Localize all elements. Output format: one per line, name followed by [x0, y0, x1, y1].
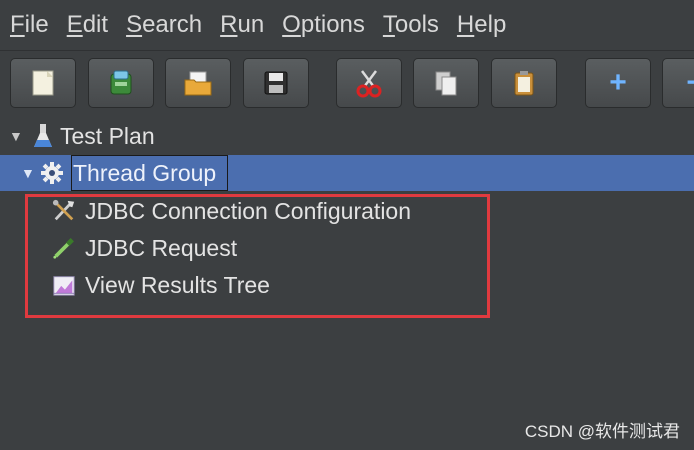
- toolbar: + −: [0, 51, 694, 115]
- templates-button[interactable]: [88, 58, 154, 108]
- menu-options[interactable]: Options: [282, 11, 365, 39]
- cut-icon: [356, 70, 382, 98]
- expand-all-button[interactable]: +: [585, 58, 651, 108]
- collapse-all-button[interactable]: −: [662, 58, 694, 108]
- menu-bar: File Edit Search Run Options Tools Help: [0, 0, 694, 51]
- menu-file[interactable]: File: [10, 11, 49, 39]
- tree-label-thread-group: Thread Group: [73, 159, 217, 186]
- menu-help[interactable]: Help: [457, 11, 506, 39]
- menu-run[interactable]: Run: [220, 11, 264, 39]
- copy-button[interactable]: [413, 58, 479, 108]
- cut-button[interactable]: [336, 58, 402, 108]
- paste-button[interactable]: [491, 58, 557, 108]
- menu-search[interactable]: Search: [126, 11, 202, 39]
- expand-triangle-icon[interactable]: ▼: [21, 165, 35, 181]
- expand-icon: +: [609, 66, 627, 99]
- menu-tools[interactable]: Tools: [383, 11, 439, 39]
- new-button[interactable]: [10, 58, 76, 108]
- highlight-annotation-box: [25, 194, 490, 318]
- copy-icon: [435, 71, 457, 96]
- paste-icon: [514, 71, 534, 96]
- tree-label-test-plan: Test Plan: [60, 122, 155, 149]
- open-icon: [184, 71, 212, 96]
- tree-node-thread-group[interactable]: ▼ Thread Group: [0, 155, 694, 191]
- gear-icon: [40, 160, 64, 186]
- save-icon: [264, 71, 288, 95]
- collapse-icon: −: [686, 68, 694, 98]
- expand-triangle-icon[interactable]: ▼: [9, 128, 23, 144]
- watermark-text: CSDN @软件测试君: [524, 422, 680, 441]
- templates-icon: [110, 70, 132, 95]
- save-button[interactable]: [243, 58, 309, 108]
- flask-icon: [31, 123, 55, 149]
- open-button[interactable]: [165, 58, 231, 108]
- tree-node-test-plan[interactable]: ▼ Test Plan: [0, 118, 694, 154]
- new-icon: [32, 70, 54, 96]
- menu-edit[interactable]: Edit: [67, 11, 108, 39]
